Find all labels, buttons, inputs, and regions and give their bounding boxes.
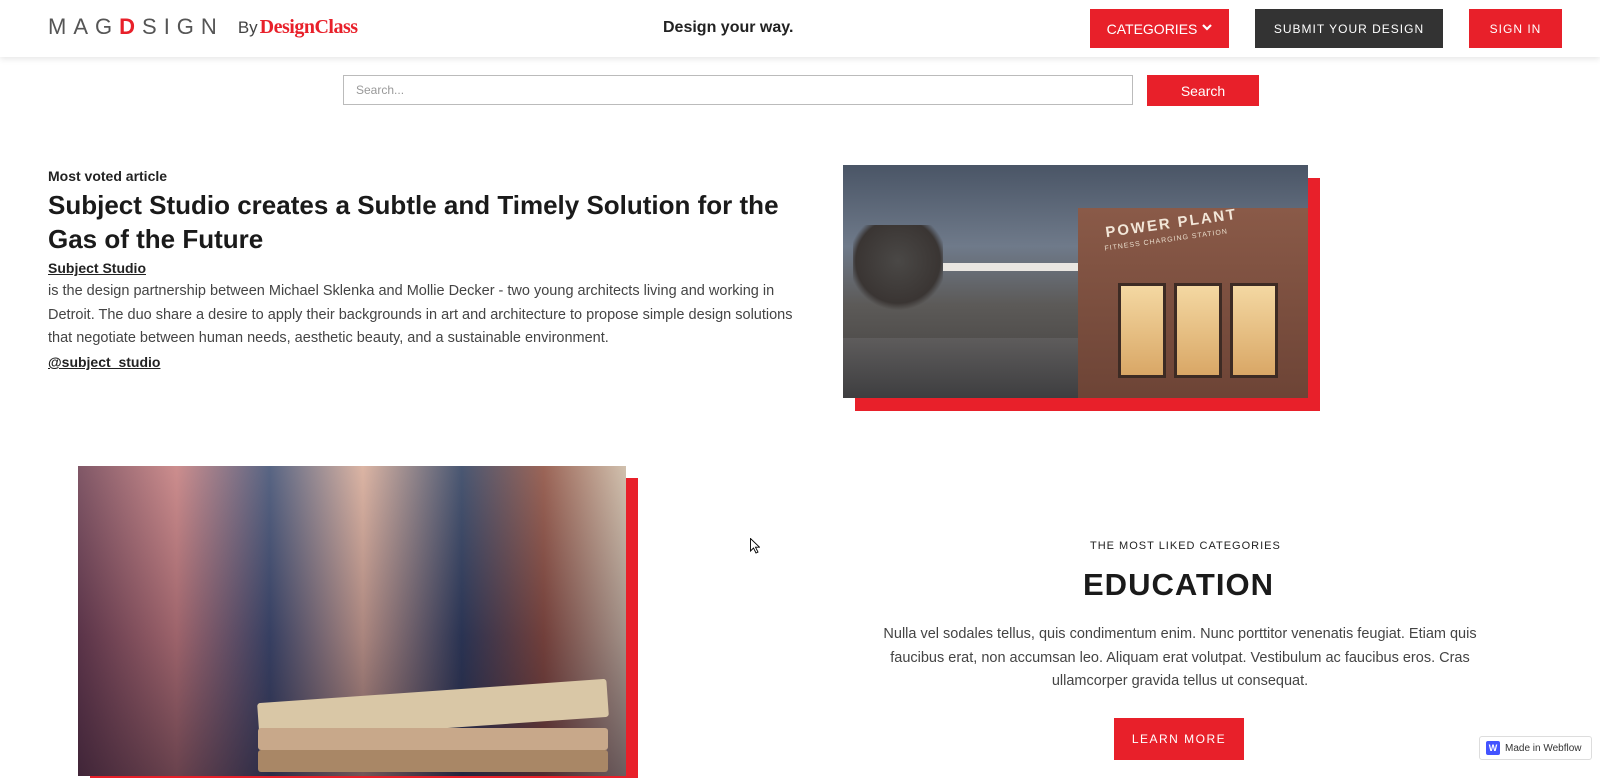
- featured-author-link[interactable]: Subject Studio: [48, 260, 146, 276]
- featured-article-body: is the design partnership between Michae…: [48, 283, 793, 346]
- category-eyebrow: THE MOST LIKED CATEGORIES: [1090, 540, 1281, 552]
- logo-byline: By DesignClass: [237, 15, 358, 38]
- webflow-icon: W: [1486, 741, 1500, 755]
- site-header: MAGDSIGN By DesignClass Design your way. …: [0, 0, 1600, 57]
- designclass-logo: DesignClass: [259, 15, 358, 38]
- featured-article-image[interactable]: POWER PLANT FITNESS CHARGING STATION: [843, 165, 1308, 398]
- featured-eyebrow: Most voted article: [48, 168, 168, 184]
- categories-dropdown-button[interactable]: CATEGORIES: [1090, 9, 1229, 48]
- search-button[interactable]: Search: [1147, 75, 1259, 106]
- submit-design-button[interactable]: SUBMIT YOUR DESIGN: [1255, 9, 1443, 48]
- mouse-cursor-icon: [750, 538, 760, 554]
- logo-wordmark: MAGDSIGN: [48, 14, 224, 39]
- category-image[interactable]: [78, 466, 626, 776]
- made-in-webflow-badge[interactable]: W Made in Webflow: [1479, 736, 1592, 760]
- category-title: EDUCATION: [1083, 567, 1274, 602]
- featured-article-title[interactable]: Subject Studio creates a Subtle and Time…: [48, 188, 808, 256]
- site-tagline: Design your way.: [663, 19, 794, 36]
- categories-label: CATEGORIES: [1106, 20, 1198, 37]
- learn-more-button[interactable]: LEARN MORE: [1114, 718, 1244, 760]
- search-input[interactable]: [343, 75, 1133, 105]
- sign-in-button[interactable]: SIGN IN: [1469, 9, 1562, 48]
- site-logo[interactable]: MAGDSIGN By DesignClass: [48, 14, 358, 40]
- webflow-badge-label: Made in Webflow: [1505, 742, 1582, 754]
- category-description: Nulla vel sodales tellus, quis condiment…: [883, 626, 1477, 689]
- featured-handle-link[interactable]: @subject_studio: [48, 354, 160, 370]
- chevron-down-icon: [1202, 23, 1213, 34]
